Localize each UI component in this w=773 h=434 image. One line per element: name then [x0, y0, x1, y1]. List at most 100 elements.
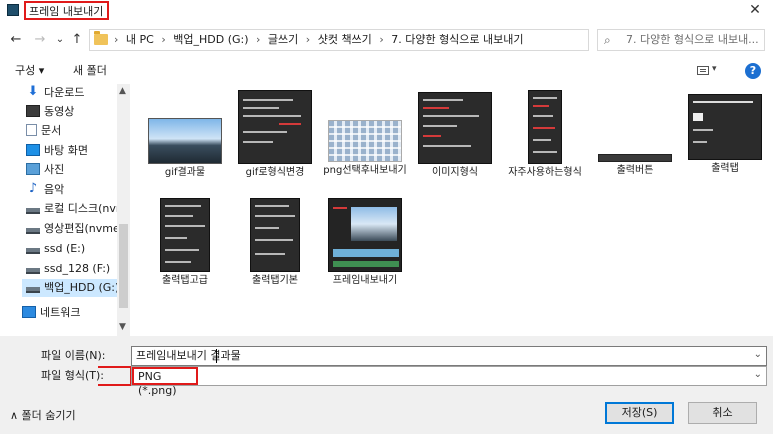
- breadcrumb-item[interactable]: 백업_HDD (G:): [173, 33, 248, 46]
- sidebar-item-label: 사진: [44, 163, 65, 176]
- sidebar-item-ssd-f[interactable]: ssd_128 (F:): [26, 260, 118, 278]
- sidebar-scrollbar[interactable]: ▲ ▼: [117, 84, 130, 336]
- network-icon: [22, 306, 36, 318]
- thumbnail-line: [243, 99, 293, 101]
- breadcrumb-separator: ›: [114, 33, 119, 46]
- breadcrumb-separator: ›: [305, 33, 311, 46]
- thumbnail-line: [255, 239, 293, 241]
- sidebar-item-ssd-e[interactable]: ssd (E:): [26, 240, 118, 258]
- file-item[interactable]: 출력버튼: [592, 154, 678, 177]
- file-label: 출력탭고급: [162, 275, 208, 286]
- file-item[interactable]: 자주사용하는형식: [502, 90, 588, 179]
- filetype-select[interactable]: PNG (*.png) ⌄: [131, 366, 767, 397]
- search-input[interactable]: ⌕ 7. 다양한 형식으로 내보내...: [597, 29, 765, 51]
- file-item[interactable]: 이미지형식: [412, 92, 498, 179]
- chevron-down-icon[interactable]: ⌄: [754, 349, 762, 360]
- sidebar-item-label: 백업_HDD (G:): [44, 281, 118, 294]
- breadcrumb-item[interactable]: 샷컷 책쓰기: [318, 33, 372, 46]
- scroll-up-icon[interactable]: ▲: [119, 86, 126, 96]
- thumbnail-line: [243, 131, 287, 133]
- thumbnail-highlight: [533, 105, 549, 107]
- sidebar-item-backup-hdd[interactable]: 백업_HDD (G:): [22, 279, 118, 297]
- thumbnail-line: [533, 139, 551, 141]
- file-item[interactable]: 출력탭고급: [142, 198, 228, 287]
- file-item[interactable]: 출력탭기본: [232, 198, 318, 287]
- sidebar-item-pictures[interactable]: 사진: [26, 161, 118, 179]
- document-icon: [26, 124, 37, 136]
- sidebar-item-downloads[interactable]: ⬇ 다운로드: [26, 84, 118, 102]
- thumbnail-line: [255, 205, 289, 207]
- sidebar-item-label: 네트워크: [40, 306, 81, 319]
- title-bar: 프레임 내보내기 ✕: [0, 0, 773, 22]
- image-thumbnail: [328, 120, 402, 162]
- recent-locations-icon[interactable]: ⌄: [52, 32, 68, 48]
- command-toolbar: 구성 ▾ 새 폴더 ▾ ?: [0, 58, 773, 82]
- file-item[interactable]: 출력탭: [682, 94, 768, 175]
- file-item[interactable]: png선택후내보내기: [322, 120, 408, 177]
- thumbnail-highlight: [423, 107, 449, 109]
- file-label: gif로형식변경: [245, 167, 305, 178]
- thumbnail-line: [693, 141, 707, 143]
- forward-icon[interactable]: →: [32, 32, 48, 48]
- sidebar-item-network[interactable]: 네트워크: [22, 304, 114, 322]
- thumbnail-line: [423, 145, 471, 147]
- window-title: 프레임 내보내기: [24, 1, 110, 20]
- file-label: 자주사용하는형식: [508, 167, 582, 178]
- thumbnail-line: [165, 215, 193, 217]
- sidebar-item-music[interactable]: ♪ 음악: [26, 181, 118, 199]
- image-thumbnail: [528, 90, 562, 164]
- app-icon: [7, 4, 19, 16]
- thumbnail-line: [533, 115, 553, 117]
- sidebar-item-local-disk[interactable]: 로컬 디스크(nvme: [26, 200, 118, 218]
- thumbnail-line: [243, 107, 279, 109]
- back-icon[interactable]: ←: [8, 32, 24, 48]
- navigation-bar: ← → ⌄ ↑ › 내 PC › 백업_HDD (G:) › 글쓰기 › 샷컷 …: [0, 28, 773, 54]
- sidebar-item-desktop[interactable]: 바탕 화면: [26, 142, 118, 160]
- cancel-button[interactable]: 취소: [688, 402, 757, 424]
- up-icon[interactable]: ↑: [69, 32, 85, 48]
- drive-icon: [26, 287, 40, 293]
- breadcrumb-item[interactable]: 글쓰기: [268, 33, 298, 46]
- file-item[interactable]: gif로형식변경: [232, 90, 318, 179]
- file-list: gif결과물 gif로형식변경 png선택후내보내기 이미지형식 자주사용하는형…: [140, 88, 768, 336]
- new-folder-button[interactable]: 새 폴더: [73, 64, 107, 77]
- chevron-down-icon[interactable]: ⌄: [754, 369, 762, 380]
- close-icon[interactable]: ✕: [745, 1, 765, 19]
- thumbnail-line: [165, 225, 205, 227]
- file-item[interactable]: gif결과물: [142, 118, 228, 179]
- file-item[interactable]: 프레임내보내기: [322, 198, 408, 287]
- breadcrumb-item[interactable]: 내 PC: [126, 33, 154, 46]
- breadcrumb-item[interactable]: 7. 다양한 형식으로 내보내기: [391, 33, 523, 46]
- thumbnail-line: [533, 151, 557, 153]
- address-bar[interactable]: › 내 PC › 백업_HDD (G:) › 글쓰기 › 샷컷 책쓰기 › 7.…: [89, 29, 670, 51]
- thumbnail-line: [423, 115, 479, 117]
- image-thumbnail: [598, 154, 672, 162]
- filename-field[interactable]: 프레임내보내기 결과물 ⌄: [131, 346, 767, 366]
- scrollbar-thumb[interactable]: [119, 224, 128, 308]
- sidebar-item-label: ssd_128 (F:): [44, 262, 111, 275]
- desktop-icon: [26, 144, 40, 156]
- organize-button[interactable]: 구성 ▾: [15, 64, 44, 77]
- file-label: 출력탭기본: [252, 275, 298, 286]
- hide-folders-button[interactable]: ∧ 폴더 숨기기: [10, 409, 76, 423]
- help-icon[interactable]: ?: [745, 63, 761, 79]
- sidebar-item-videos[interactable]: 동영상: [26, 103, 118, 121]
- breadcrumb-separator: ›: [161, 33, 166, 46]
- sidebar-item-documents[interactable]: 문서: [26, 122, 118, 140]
- thumbnail-line: [423, 125, 457, 127]
- sidebar-item-video-edit-drive[interactable]: 영상편집(nvme): [26, 220, 118, 238]
- sidebar-item-label: 영상편집(nvme): [44, 222, 118, 235]
- thumbnail-highlight: [423, 135, 441, 137]
- filetype-label: 파일 형식(T):: [41, 369, 104, 382]
- thumbnail-line: [533, 97, 557, 99]
- breadcrumb: › 내 PC › 백업_HDD (G:) › 글쓰기 › 샷컷 책쓰기 › 7.…: [114, 33, 528, 47]
- drive-icon: [26, 268, 40, 274]
- thumbnail-line: [255, 215, 295, 217]
- scroll-down-icon[interactable]: ▼: [119, 322, 126, 332]
- image-thumbnail: [160, 198, 210, 272]
- text-caret: [216, 349, 217, 363]
- save-button[interactable]: 저장(S): [605, 402, 674, 424]
- thumbnail-line: [693, 101, 753, 103]
- drive-icon: [26, 208, 40, 214]
- change-view-button[interactable]: ▾: [697, 64, 721, 78]
